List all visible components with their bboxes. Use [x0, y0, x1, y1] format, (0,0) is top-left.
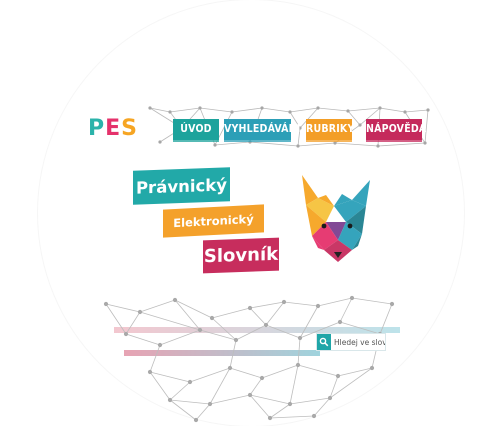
page: PES ÚVOD VYHLEDÁVÁNÍ RUBRIKY NÁPOVĚDA Pr…	[0, 0, 500, 426]
search-network-decoration	[103, 295, 400, 423]
search-icon	[319, 337, 329, 347]
search-box[interactable]	[316, 333, 386, 351]
search-input[interactable]	[331, 334, 385, 350]
search-button[interactable]	[317, 334, 331, 350]
